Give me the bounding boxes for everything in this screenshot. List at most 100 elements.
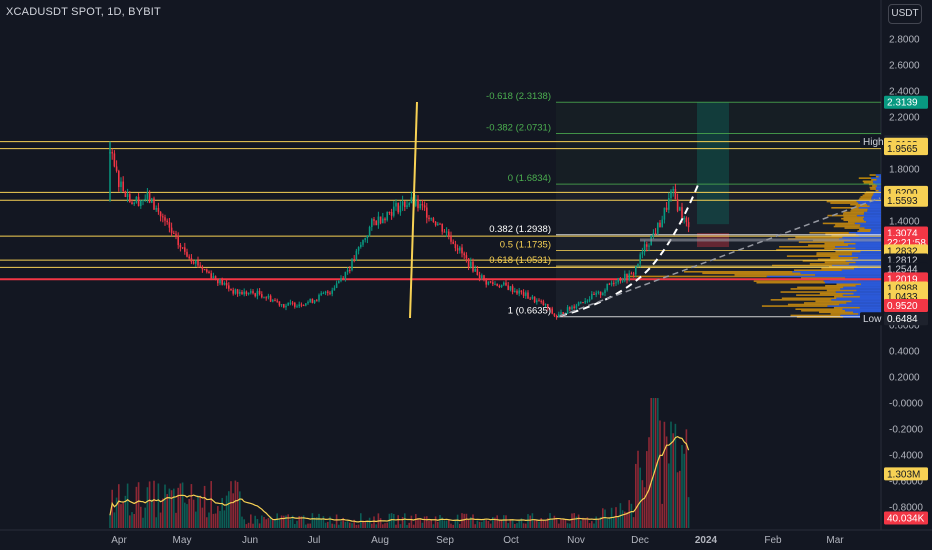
volume-bar bbox=[456, 514, 459, 528]
candle-body bbox=[285, 305, 287, 308]
volume-bar bbox=[254, 515, 256, 528]
candle-body bbox=[126, 194, 129, 197]
candle-body bbox=[111, 152, 113, 154]
volume-bar bbox=[621, 510, 624, 528]
price-tick-label: -0.2000 bbox=[889, 425, 923, 436]
time-axis[interactable]: Apr May Jun Jul Aug Sep Oct Nov Dec 2024 Feb Mar bbox=[111, 535, 844, 546]
candle-body bbox=[267, 295, 270, 298]
candle-body bbox=[639, 254, 641, 264]
candle-body bbox=[355, 250, 358, 260]
candle-body bbox=[456, 248, 459, 251]
price-tag-text: 0.9520 bbox=[887, 301, 918, 312]
fib-level-label: -0.618 (2.3138) bbox=[486, 91, 551, 102]
candle-body bbox=[236, 289, 239, 294]
volume-bar bbox=[181, 482, 184, 528]
volume-bar bbox=[558, 523, 560, 528]
volume-bar bbox=[516, 523, 518, 528]
volume-moving-average bbox=[109, 435, 690, 523]
candle-body bbox=[450, 236, 452, 242]
volume-bar bbox=[212, 513, 215, 528]
volume-bar bbox=[439, 514, 441, 528]
volume-bar bbox=[375, 524, 377, 528]
candle-body bbox=[188, 256, 190, 259]
volume-bar bbox=[144, 507, 146, 528]
candle-body bbox=[175, 233, 177, 236]
volume-bar bbox=[531, 513, 534, 528]
candle-body bbox=[509, 286, 512, 290]
volume-bar bbox=[492, 517, 494, 528]
volume-bar bbox=[318, 513, 320, 528]
candle-body bbox=[439, 223, 441, 225]
volume-bar bbox=[514, 523, 516, 528]
candle-body bbox=[443, 231, 446, 233]
candle-body bbox=[289, 302, 292, 304]
candle-body bbox=[254, 293, 256, 297]
candle-body bbox=[674, 188, 677, 200]
candle-body bbox=[258, 290, 261, 295]
price-tick-label: 2.8000 bbox=[889, 35, 920, 46]
candle-body bbox=[360, 244, 362, 248]
candle-body bbox=[423, 205, 426, 208]
candle-body bbox=[540, 300, 542, 302]
volume-bar bbox=[274, 519, 276, 528]
volume-bar bbox=[646, 451, 648, 528]
candle-body bbox=[146, 192, 149, 199]
candle-body bbox=[113, 153, 116, 167]
candle-body bbox=[580, 302, 582, 304]
volume-bar bbox=[206, 517, 208, 528]
volume-bar bbox=[199, 495, 201, 528]
candle-body bbox=[536, 300, 538, 303]
price-chart[interactable]: -0.618 (2.3138) -0.382 (2.0731) 0 (1.6834)… bbox=[0, 0, 932, 550]
candle-body bbox=[676, 199, 679, 211]
candle-body bbox=[384, 218, 386, 221]
candle-body bbox=[305, 303, 307, 306]
candle-body bbox=[120, 181, 122, 188]
volume-bar bbox=[419, 519, 421, 528]
volume-bar bbox=[384, 523, 386, 528]
candle-body bbox=[168, 222, 171, 228]
time-tick-label: Jun bbox=[242, 535, 258, 546]
candle-body bbox=[635, 266, 637, 275]
volume-bar bbox=[118, 484, 120, 528]
volume-bar bbox=[225, 495, 228, 528]
volume-bar bbox=[571, 513, 573, 528]
candle-body bbox=[685, 217, 688, 223]
volume-bar bbox=[357, 524, 360, 528]
candle-body bbox=[577, 302, 580, 306]
volume-bar bbox=[668, 463, 670, 528]
volume-bar bbox=[166, 494, 168, 528]
candle-body bbox=[489, 281, 492, 283]
volume-bar bbox=[177, 487, 179, 528]
volume-bar bbox=[230, 481, 232, 528]
candle-body bbox=[397, 203, 399, 213]
price-tag-text: Low bbox=[863, 314, 882, 325]
candle-body bbox=[225, 283, 228, 286]
volume-bar bbox=[245, 524, 248, 528]
volume-bar bbox=[261, 515, 263, 528]
candle-body bbox=[628, 273, 630, 281]
candle-body bbox=[320, 293, 322, 295]
volume-bar bbox=[252, 523, 254, 528]
fib-retracement[interactable] bbox=[556, 101, 881, 318]
candle-body bbox=[586, 300, 589, 302]
candle-body bbox=[208, 271, 210, 274]
volume-bar bbox=[311, 513, 314, 528]
volume-bar bbox=[382, 524, 384, 528]
candle-body bbox=[569, 307, 571, 310]
candle-body bbox=[610, 282, 613, 285]
candle-body bbox=[177, 235, 179, 246]
volume-bar bbox=[137, 482, 140, 528]
candle-body bbox=[441, 223, 443, 232]
volume-bar bbox=[122, 502, 124, 528]
candle-body bbox=[476, 269, 479, 276]
volume-bar bbox=[234, 480, 237, 528]
candle-body bbox=[591, 293, 593, 300]
candle-body bbox=[316, 300, 318, 302]
candle-body bbox=[417, 199, 419, 209]
time-tick-label: Sep bbox=[436, 535, 454, 546]
volume-bar bbox=[577, 514, 580, 528]
volume-bar bbox=[597, 518, 600, 528]
candle-body bbox=[494, 283, 496, 285]
volume-bar bbox=[305, 524, 307, 528]
candle-body bbox=[186, 251, 188, 257]
